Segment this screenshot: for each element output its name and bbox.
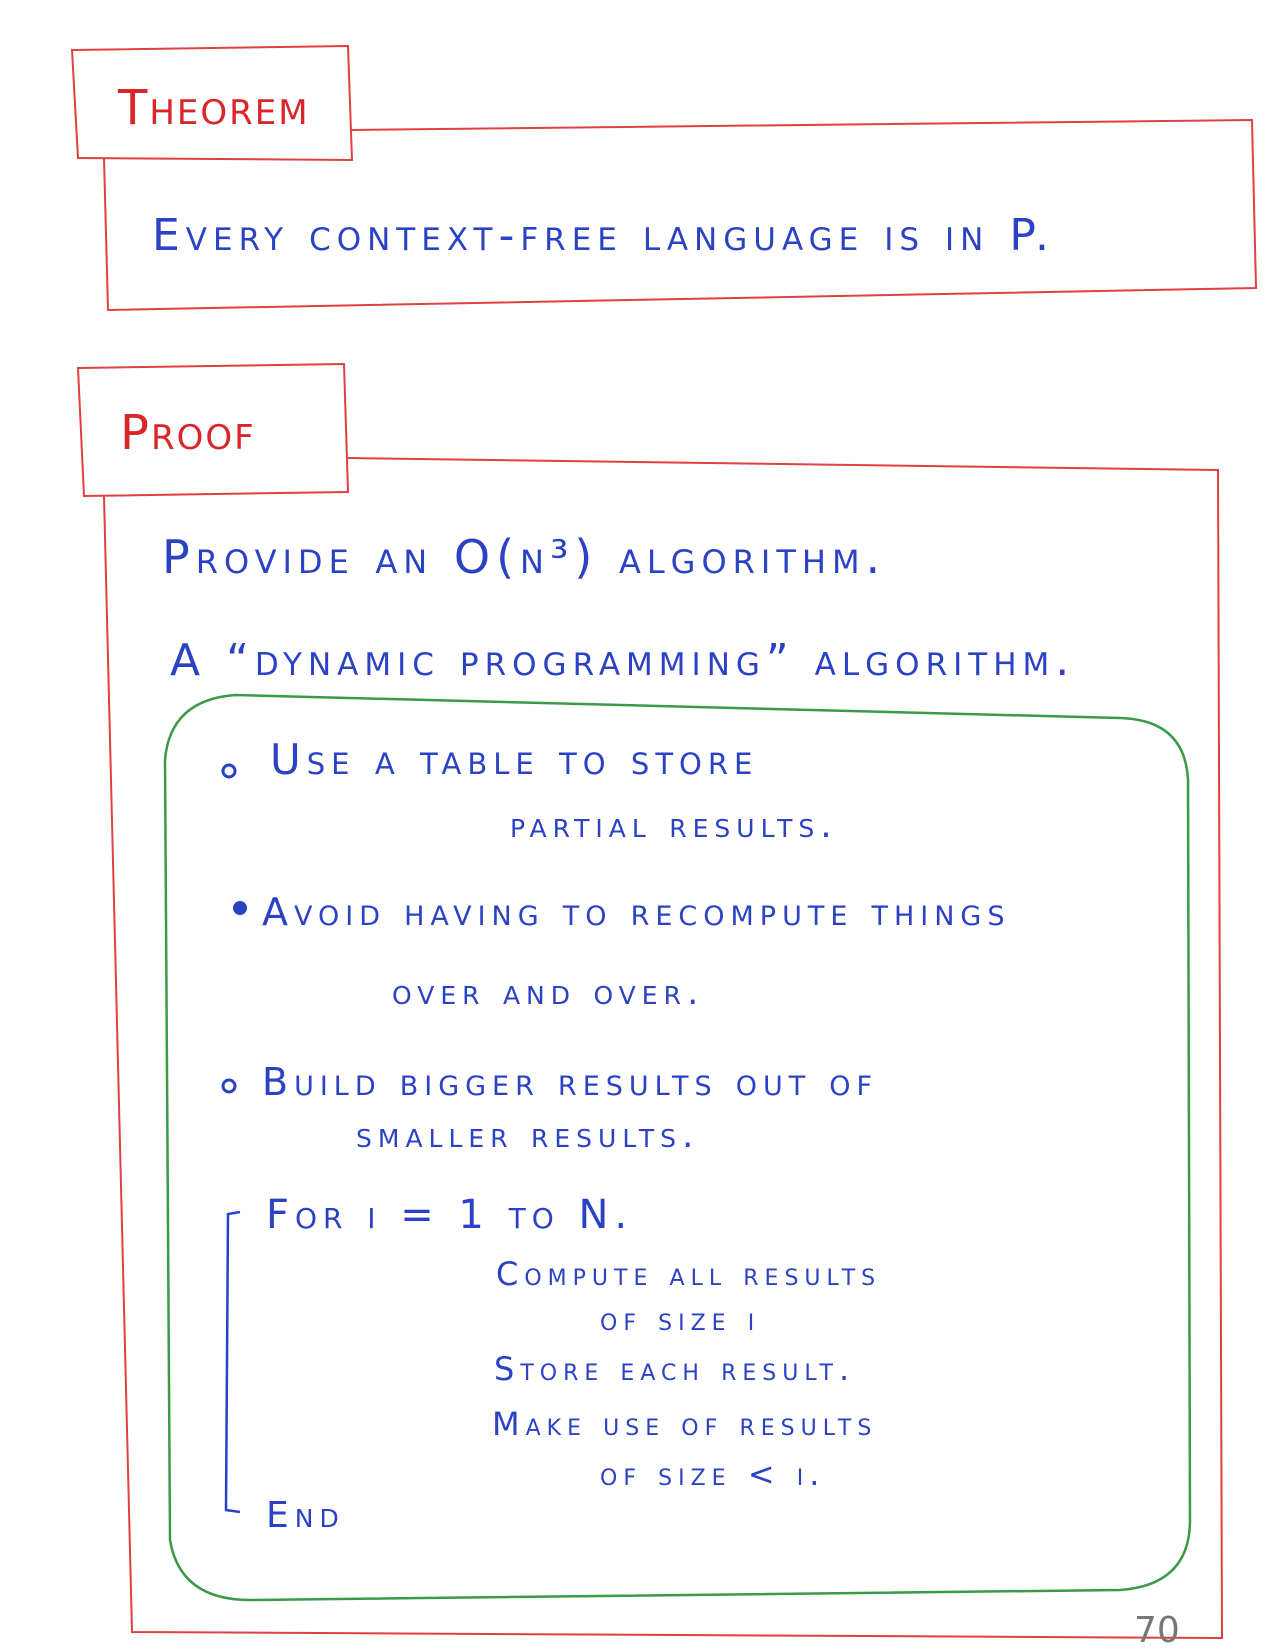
bullet-2-line-1: Avoid having to recompute things xyxy=(262,890,1011,934)
bullet-3-line-2: smaller results. xyxy=(356,1115,700,1156)
theorem-statement: Every context-free language is in P. xyxy=(152,210,1056,261)
loop-end: End xyxy=(266,1495,345,1536)
loop-body-line-4: Make use of results xyxy=(492,1405,878,1443)
page-number: 70 xyxy=(1134,1610,1180,1651)
bullet-3-line-1: Build bigger results out of xyxy=(262,1060,879,1104)
proof-line-2: A “dynamic programming” algorithm. xyxy=(170,635,1076,686)
loop-body-line-2: of size i xyxy=(600,1300,761,1338)
theorem-heading: Theorem xyxy=(118,80,310,136)
proof-line-1: Provide an O(n³) algorithm. xyxy=(162,530,887,584)
loop-body-line-5: of size < i. xyxy=(600,1455,826,1493)
loop-body-line-1: Compute all results xyxy=(496,1255,882,1293)
loop-body-line-3: Store each result. xyxy=(494,1350,856,1388)
bullet-1-line-1: Use a table to store xyxy=(270,735,759,784)
bullet-1-line-2: partial results. xyxy=(510,805,838,846)
proof-heading: Proof xyxy=(120,405,256,461)
bullet-2-line-2: over and over. xyxy=(392,972,705,1013)
loop-header: For i = 1 to N. xyxy=(266,1192,634,1238)
